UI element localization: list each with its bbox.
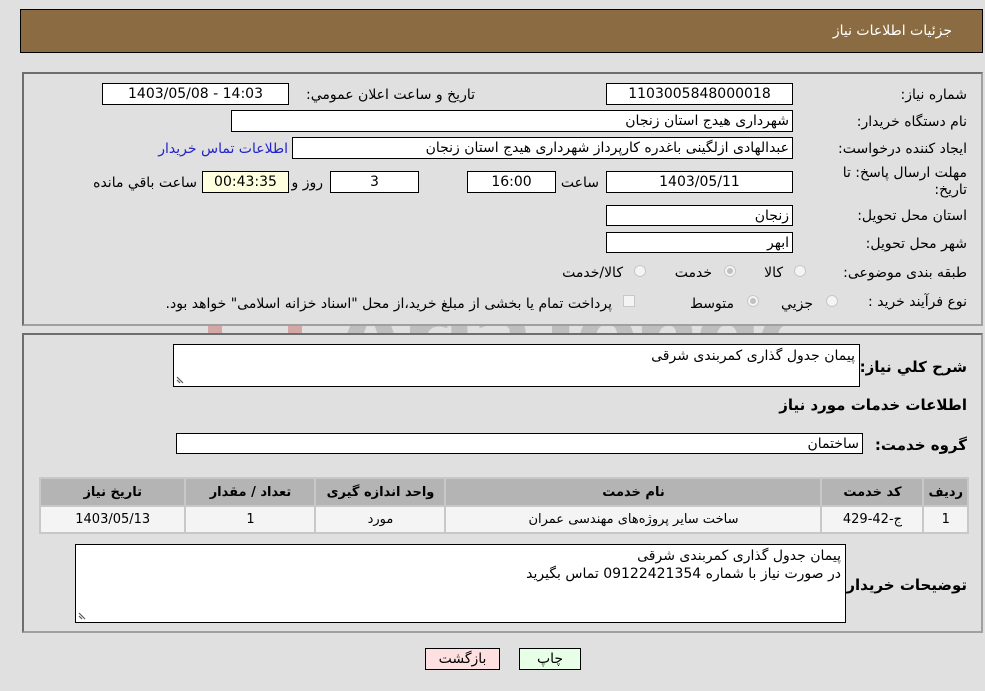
col-header-service-name: نام خدمت	[446, 479, 821, 505]
need-number-field: 1103005848000018	[606, 83, 793, 105]
resize-grip-icon[interactable]	[176, 374, 186, 384]
col-header-quantity: تعداد / مقدار	[186, 479, 315, 505]
page-header: جزئیات اطلاعات نیاز	[20, 9, 983, 53]
time-remaining-field: 00:43:35	[202, 171, 289, 193]
days-label: روز و	[291, 175, 324, 191]
buyer-notes-line-1: پیمان جدول گذاری کمربندی شرقی	[637, 548, 841, 564]
purchase-radio-medium[interactable]	[747, 295, 759, 307]
category-option-goods-service: کالا/خدمت	[562, 265, 623, 281]
buyer-notes-label: توضیحات خریدار:	[840, 576, 967, 594]
buyer-notes-line-2: در صورت نیاز با شماره 09122421354 تماس ب…	[526, 566, 841, 582]
treasury-checkbox[interactable]	[623, 295, 635, 307]
category-option-goods: کالا	[764, 265, 783, 281]
col-header-row-number: ردیف	[924, 479, 967, 505]
service-group-field: ساختمان	[176, 433, 863, 454]
col-header-service-code: کد خدمت	[822, 479, 923, 505]
table-row: 1 ج-42-429 ساخت سایر پروژه‌های مهندسی عم…	[41, 507, 967, 532]
requester-field: عبدالهادی ازلگینی باغدره کارپرداز شهردار…	[292, 137, 793, 159]
general-desc-textarea[interactable]: پیمان جدول گذاری کمربندی شرقی	[173, 344, 860, 387]
cell-row-number: 1	[924, 507, 967, 532]
deadline-label: مهلت ارسال پاسخ: تا تاریخ:	[842, 165, 967, 198]
category-radio-service[interactable]	[724, 265, 736, 277]
category-radio-goods-service[interactable]	[634, 265, 646, 277]
table-header-row: ردیف کد خدمت نام خدمت واحد اندازه گیری ت…	[41, 479, 967, 505]
buyer-org-field: شهرداری هیدج استان زنجان	[231, 110, 793, 132]
cell-need-date: 1403/05/13	[41, 507, 185, 532]
city-label: شهر محل تحویل:	[865, 236, 967, 252]
province-label: استان محل تحویل:	[857, 208, 967, 224]
back-button[interactable]: بازگشت	[425, 648, 500, 670]
province-field: زنجان	[606, 205, 793, 226]
resize-grip-icon[interactable]	[78, 610, 88, 620]
announce-datetime-label: تاریخ و ساعت اعلان عمومي:	[306, 87, 475, 103]
deadline-time-label: ساعت	[560, 175, 599, 191]
buyer-org-label: نام دستگاه خریدار:	[856, 114, 967, 130]
buyer-contact-link[interactable]: اطلاعات تماس خریدار	[158, 141, 288, 157]
purchase-option-minor: جزيي	[781, 296, 813, 312]
treasury-note: پرداخت تمام یا بخشی از مبلغ خرید،از محل …	[165, 296, 612, 312]
deadline-date-field: 1403/05/11	[606, 171, 793, 193]
buyer-notes-textarea[interactable]: پیمان جدول گذاری کمربندی شرقی در صورت نی…	[75, 544, 846, 623]
announce-datetime-field: 1403/05/08 - 14:03	[102, 83, 289, 105]
general-desc-label: شرح کلي نیاز:	[859, 358, 967, 376]
deadline-time-field: 16:00	[467, 171, 556, 193]
cell-service-code: ج-42-429	[822, 507, 923, 532]
days-remaining-field: 3	[330, 171, 419, 193]
cell-unit: مورد	[316, 507, 445, 532]
print-button[interactable]: چاپ	[519, 648, 581, 670]
purchase-option-medium: متوسط	[690, 296, 734, 312]
time-remaining-label: ساعت باقي مانده	[93, 175, 197, 191]
services-table: ردیف کد خدمت نام خدمت واحد اندازه گیری ت…	[39, 477, 969, 534]
need-number-label: شماره نیاز:	[900, 87, 968, 103]
col-header-unit: واحد اندازه گیری	[316, 479, 445, 505]
cell-quantity: 1	[186, 507, 315, 532]
cell-service-name: ساخت سایر پروژه‌های مهندسی عمران	[446, 507, 821, 532]
general-desc-text: پیمان جدول گذاری کمربندی شرقی	[651, 348, 855, 364]
col-header-need-date: تاریخ نیاز	[41, 479, 185, 505]
purchase-type-label: نوع فرآیند خرید :	[868, 294, 967, 310]
category-option-service: خدمت	[674, 265, 712, 281]
services-heading: اطلاعات خدمات مورد نیاز	[779, 396, 967, 414]
requester-label: ایجاد کننده درخواست:	[838, 141, 967, 157]
category-label: طبقه بندی موضوعی:	[843, 265, 967, 281]
city-field: ابهر	[606, 232, 793, 253]
service-group-label: گروه خدمت:	[874, 436, 967, 454]
category-radio-goods[interactable]	[794, 265, 806, 277]
services-table-wrapper: ردیف کد خدمت نام خدمت واحد اندازه گیری ت…	[39, 477, 969, 534]
page-title: جزئیات اطلاعات نیاز	[832, 23, 952, 39]
purchase-radio-minor[interactable]	[826, 295, 838, 307]
